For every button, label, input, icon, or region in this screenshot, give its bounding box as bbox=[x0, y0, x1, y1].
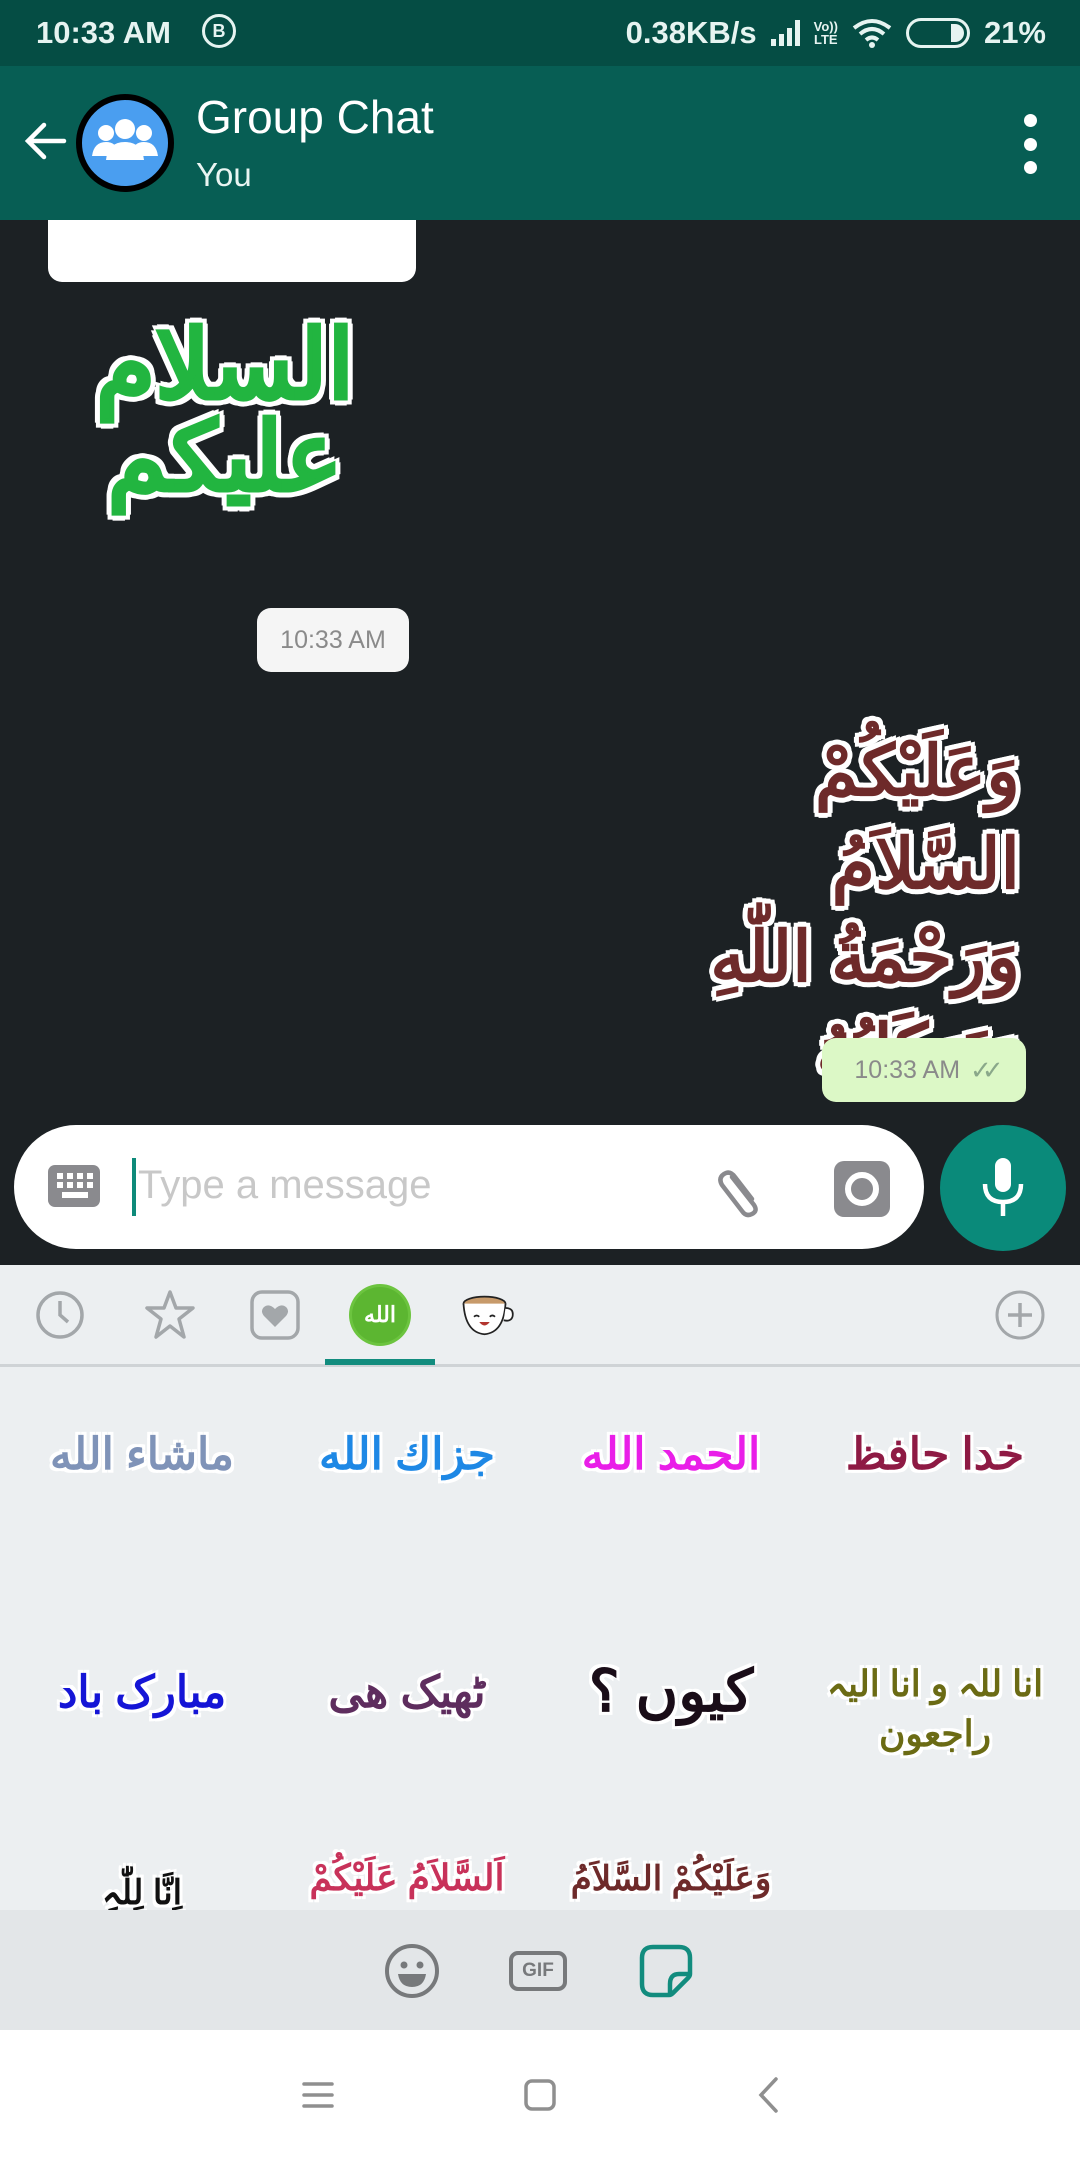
sticker-grid: ماشاء الله جزاك الله الحمد الله خدا حافظ… bbox=[0, 1367, 1080, 1910]
status-time: 10:33 AM bbox=[36, 15, 171, 50]
volte-icon: Vo)) LTE bbox=[814, 20, 838, 46]
tab-islamic[interactable]: الله bbox=[352, 1287, 408, 1343]
selected-tab-indicator bbox=[325, 1359, 435, 1365]
clock-icon bbox=[36, 1291, 84, 1339]
back-arrow-icon[interactable] bbox=[20, 116, 70, 166]
double-check-icon: ✓✓ bbox=[970, 1054, 1003, 1085]
keyboard-icon[interactable] bbox=[48, 1165, 100, 1207]
back-chevron-icon bbox=[758, 2077, 778, 2113]
battery-percent: 21% bbox=[983, 15, 1046, 50]
business-notification-icon: B bbox=[202, 14, 236, 48]
sticker-item[interactable]: وَعَلَيْكُمْ السَّلاَمُ bbox=[546, 1859, 796, 1899]
sticker-line: وَعَلَيْكُمْ السَّلاَمُ bbox=[814, 732, 1020, 903]
add-circle-icon bbox=[995, 1290, 1045, 1340]
media-picker-bar: GIF bbox=[0, 1910, 1080, 2030]
chat-title[interactable]: Group Chat bbox=[196, 90, 434, 144]
attach-icon[interactable] bbox=[712, 1159, 772, 1219]
composer bbox=[0, 1125, 1080, 1265]
message-input-container bbox=[14, 1125, 924, 1249]
previous-message-bubble[interactable] bbox=[48, 220, 416, 282]
group-people-icon bbox=[92, 119, 158, 160]
sticker-item[interactable]: جزاك الله bbox=[282, 1429, 532, 1480]
chat-header: Group Chat You bbox=[0, 66, 1080, 220]
sticker-item[interactable]: ٹھیک ھی bbox=[282, 1667, 532, 1718]
sticker-item[interactable]: اَلسَّلاَمُ عَلَيْكُمْ bbox=[282, 1857, 532, 1899]
emoji-icon bbox=[385, 1944, 439, 1998]
coffee-cup-icon bbox=[462, 1295, 514, 1336]
emoji-tab[interactable] bbox=[384, 1943, 440, 1999]
home-button[interactable] bbox=[520, 2075, 560, 2115]
camera-icon[interactable] bbox=[834, 1161, 890, 1217]
sticker-item[interactable]: خدا حافظ bbox=[810, 1429, 1060, 1480]
system-navigation-bar bbox=[0, 2030, 1080, 2160]
tab-recent[interactable] bbox=[32, 1287, 88, 1343]
gif-tab[interactable]: GIF bbox=[506, 1943, 570, 1999]
add-sticker-pack-button[interactable] bbox=[992, 1287, 1048, 1343]
heart-icon bbox=[250, 1290, 300, 1340]
status-bar: 10:33 AM B 0.38KB/s Vo)) LTE 21% bbox=[0, 0, 1080, 66]
sticker-tab[interactable] bbox=[638, 1943, 694, 1999]
sticker-item[interactable]: اِنَّا لِلّٰہِ bbox=[17, 1872, 267, 1910]
star-icon bbox=[145, 1290, 195, 1339]
sticker-item[interactable]: الحمد الله bbox=[546, 1429, 796, 1480]
sticker-item[interactable]: انا للہ و انا الیہ راجعون bbox=[810, 1659, 1060, 1759]
timestamp-text: 10:33 AM bbox=[854, 1055, 961, 1084]
group-avatar[interactable] bbox=[76, 94, 174, 192]
sticker-item[interactable]: مبارک باد bbox=[17, 1667, 267, 1718]
tab-love[interactable] bbox=[247, 1287, 303, 1343]
signal-icon bbox=[770, 20, 800, 46]
message-input[interactable] bbox=[138, 1155, 698, 1215]
wifi-icon bbox=[852, 19, 892, 48]
status-right: 0.38KB/s Vo)) LTE 21% bbox=[626, 15, 1046, 51]
volte-bottom: LTE bbox=[814, 32, 838, 47]
more-options-icon[interactable] bbox=[1020, 114, 1040, 174]
tab-favorites[interactable] bbox=[142, 1287, 198, 1343]
text-cursor bbox=[132, 1158, 136, 1216]
sticker-item[interactable]: ماشاء الله bbox=[17, 1429, 267, 1480]
incoming-sticker-salam[interactable]: السلام عليكم bbox=[60, 317, 390, 507]
home-square-icon bbox=[524, 2079, 556, 2111]
allah-badge-icon: الله bbox=[352, 1287, 408, 1343]
incoming-timestamp: 10:33 AM bbox=[257, 608, 409, 672]
recents-button[interactable] bbox=[298, 2075, 338, 2115]
menu-lines-icon bbox=[302, 2082, 334, 2108]
gif-icon: GIF bbox=[509, 1951, 567, 1991]
timestamp-text: 10:33 AM bbox=[280, 625, 386, 654]
tab-coffee[interactable] bbox=[460, 1287, 516, 1343]
sticker-item[interactable]: کیوں ؟ bbox=[546, 1657, 796, 1725]
microphone-icon bbox=[982, 1158, 1024, 1216]
sticker-icon bbox=[639, 1944, 693, 1998]
message-list[interactable]: السلام عليكم 10:33 AM وَعَلَيْكُمْ السَّ… bbox=[0, 220, 1080, 1125]
network-speed: 0.38KB/s bbox=[625, 15, 757, 50]
battery-icon bbox=[905, 18, 970, 48]
outgoing-timestamp: 10:33 AM ✓✓ bbox=[822, 1038, 1026, 1102]
back-button[interactable] bbox=[748, 2075, 788, 2115]
sticker-line: وَرَحْمَةُ اللّٰهِ bbox=[710, 918, 1020, 996]
sticker-pack-tabs: الله bbox=[0, 1265, 1080, 1367]
chat-subtitle: You bbox=[196, 156, 252, 193]
voice-record-button[interactable] bbox=[940, 1125, 1066, 1251]
